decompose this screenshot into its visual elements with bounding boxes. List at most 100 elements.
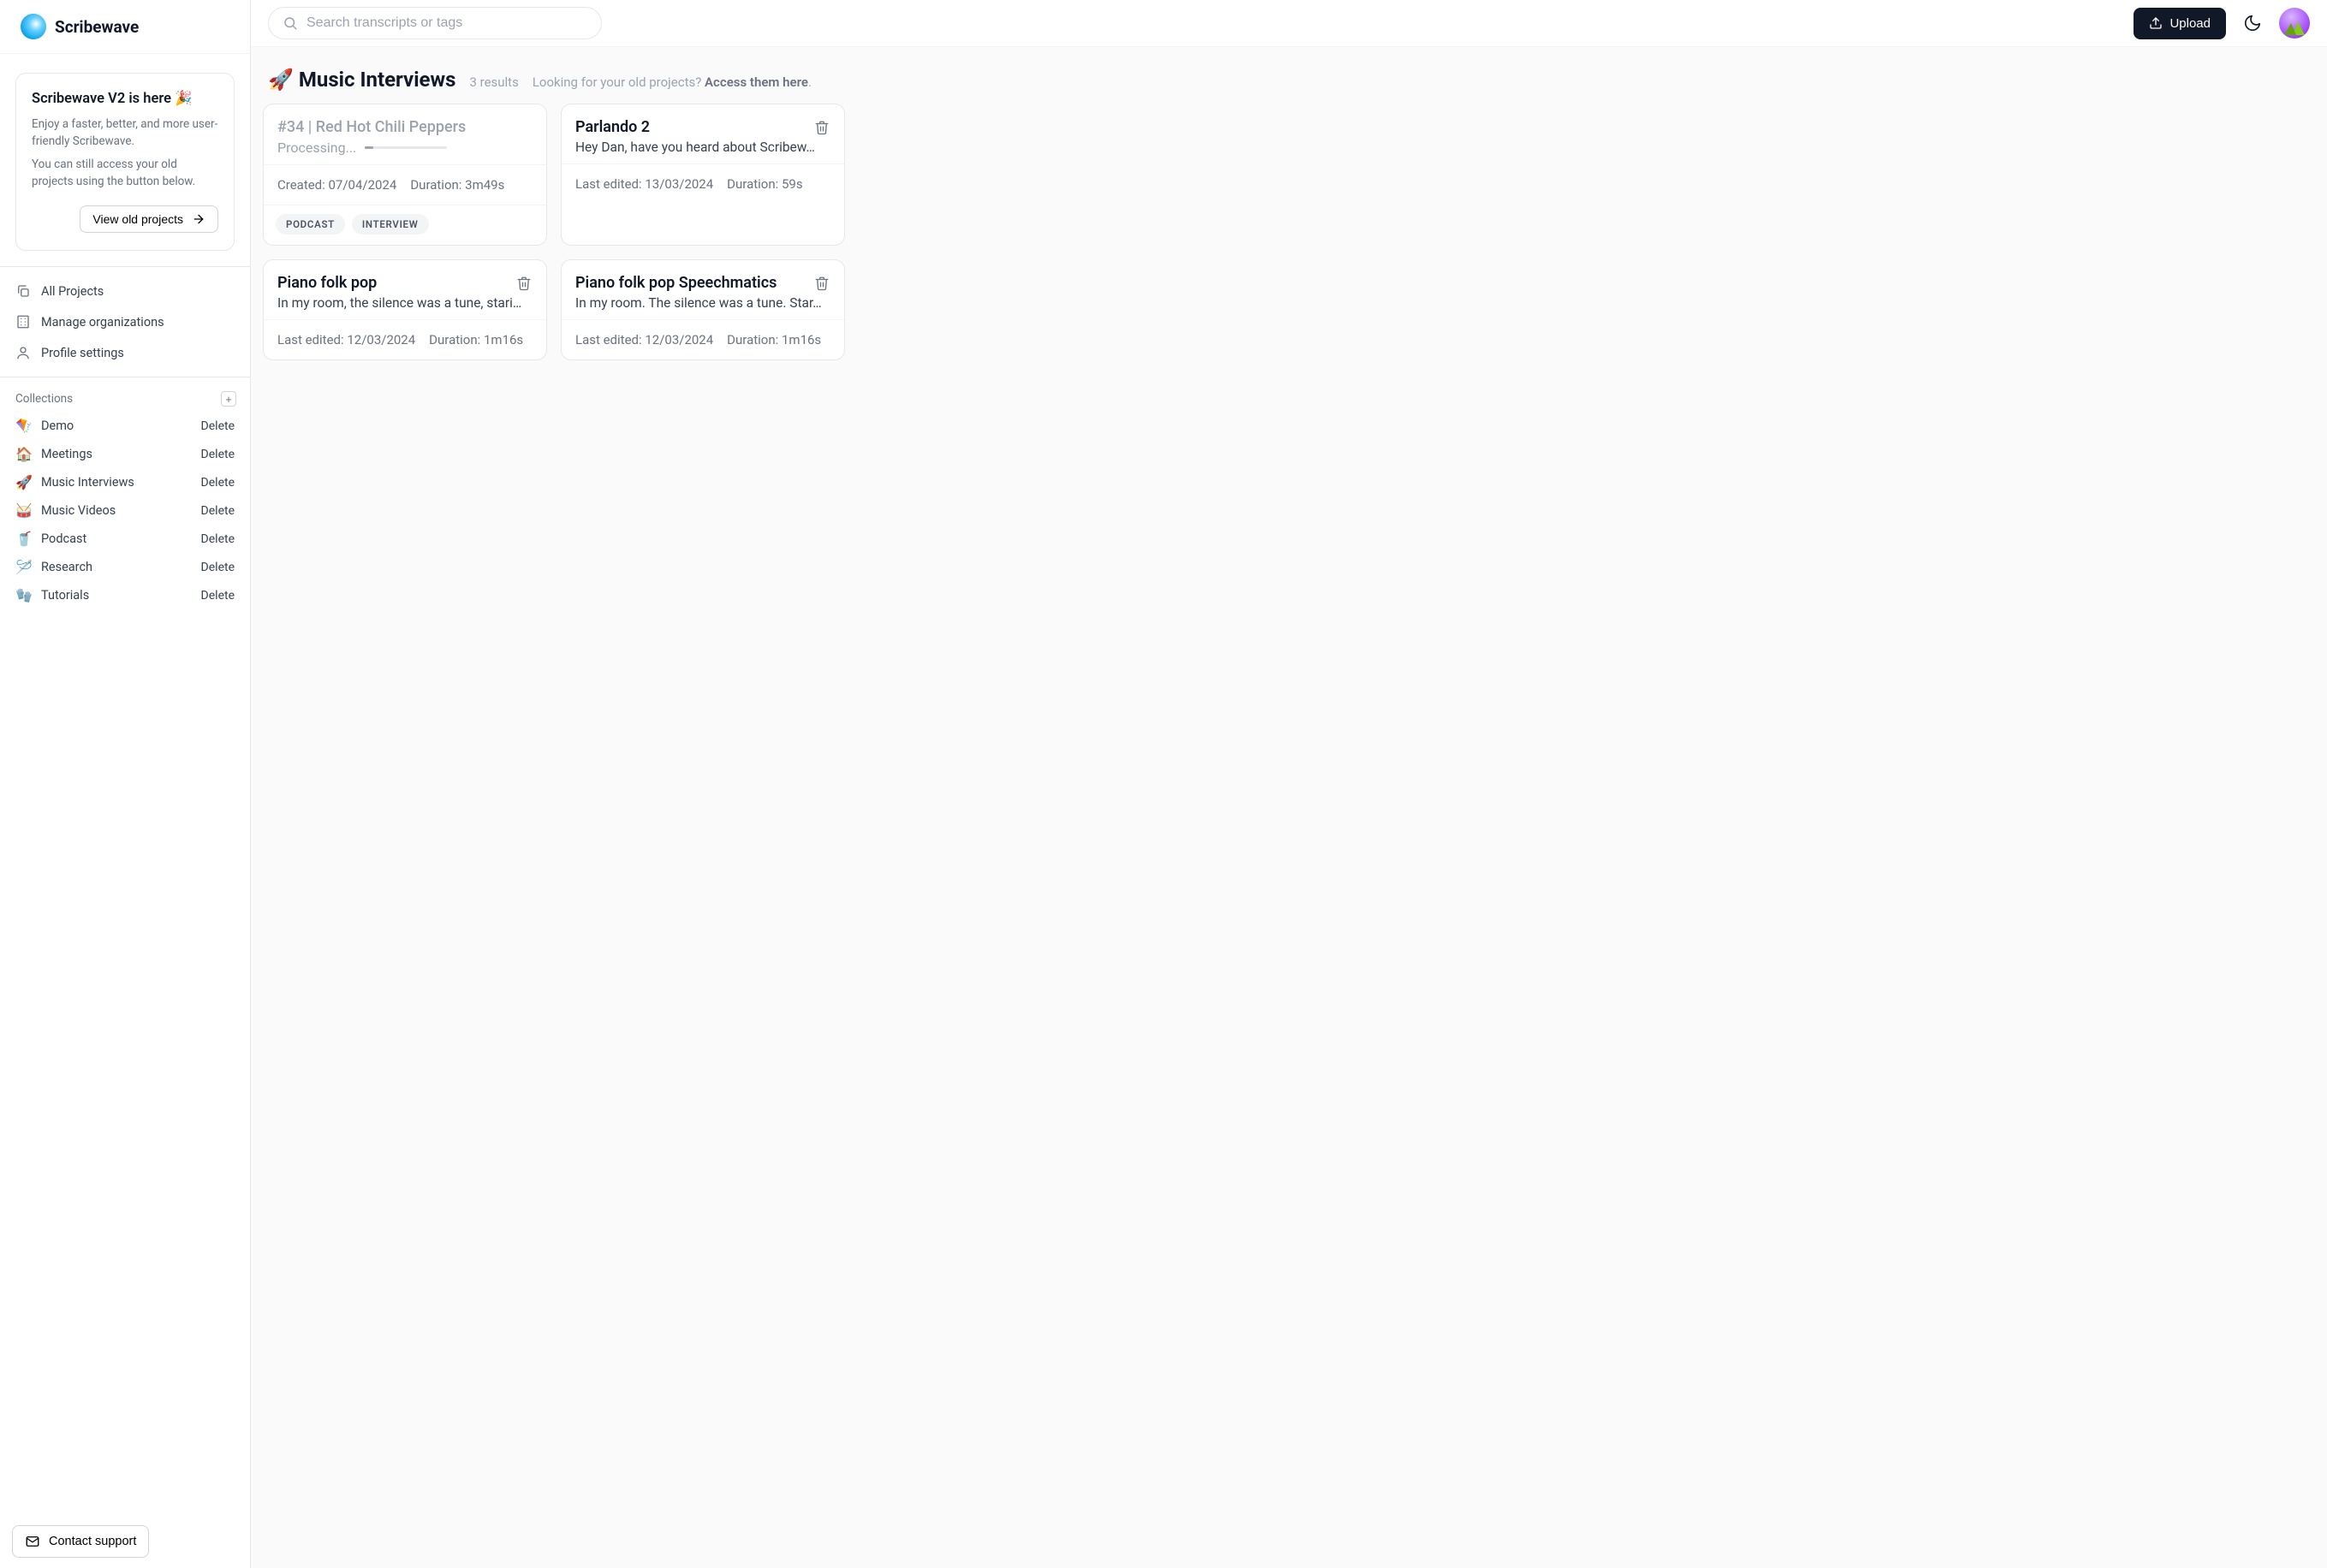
collections-section: Collections + 🪁 Demo Delete 🏠 Meetings D… [0,377,250,1515]
collection-item[interactable]: 🏠 Meetings Delete [0,440,250,468]
card-meta-1: Last edited: 13/03/2024 [575,176,713,192]
delete-collection-button[interactable]: Delete [201,476,235,490]
nav-all-projects[interactable]: All Projects [0,276,250,306]
collection-emoji-icon: 🚀 [15,474,31,490]
search-icon [283,15,298,31]
trash-icon [814,120,830,135]
promo-body-1: Enjoy a faster, better, and more user-fr… [32,116,218,151]
view-old-projects-label: View old projects [92,212,183,226]
main: Upload 🚀 Music Interviews 3 results Look… [251,0,2327,1568]
delete-collection-button[interactable]: Delete [201,504,235,518]
upload-icon [2149,16,2163,30]
promo-body-2: You can still access your old projects u… [32,156,218,191]
collection-item[interactable]: 🚀 Music Interviews Delete [0,468,250,496]
tag[interactable]: INTERVIEW [352,214,429,235]
card-tags: PODCAST INTERVIEW [264,205,546,245]
collection-emoji-icon: 🏠 [15,446,31,462]
promo-title: Scribewave V2 is here 🎉 [32,91,218,107]
brand-row[interactable]: Scribewave [0,0,250,54]
nav-manage-orgs[interactable]: Manage organizations [0,306,250,337]
tag[interactable]: PODCAST [276,214,345,235]
collection-item[interactable]: 🧤 Tutorials Delete [0,581,250,609]
support-row: Contact support [0,1515,250,1568]
delete-card-button[interactable] [515,275,533,292]
brand-name: Scribewave [55,17,139,37]
upload-button[interactable]: Upload [2134,8,2226,39]
plus-icon: + [225,393,232,406]
card-title: Parlando 2 [575,118,650,136]
collection-emoji-icon: 🥤 [15,531,31,547]
page-title: 🚀 Music Interviews [268,68,455,92]
processing-label: Processing... [277,140,356,156]
nav-profile-settings[interactable]: Profile settings [0,337,250,368]
trash-icon [516,276,532,291]
results-count: 3 results [469,74,518,90]
theme-toggle-button[interactable] [2241,12,2264,34]
copy-icon [15,283,31,299]
card-meta-1: Created: 07/04/2024 [277,177,396,193]
old-projects-prompt: Looking for your old projects? Access th… [533,74,812,90]
card-preview: Hey Dan, have you heard about Scribew… [575,140,830,155]
delete-collection-button[interactable]: Delete [201,561,235,574]
transcript-card[interactable]: Piano folk pop In my room, the silence w… [263,259,547,360]
card-meta: Last edited: 12/03/2024 Duration: 1m16s [264,319,546,359]
access-old-projects-link[interactable]: Access them here [705,74,808,90]
collection-emoji-icon: 🪡 [15,559,31,575]
collection-item[interactable]: 🥤 Podcast Delete [0,525,250,553]
sidebar: Scribewave Scribewave V2 is here 🎉 Enjoy… [0,0,251,1568]
collection-item[interactable]: 🥁 Music Videos Delete [0,496,250,525]
user-icon [15,345,31,360]
processing-row: Processing... [277,140,533,156]
add-collection-button[interactable]: + [221,391,236,407]
nav-section: All Projects Manage organizations Profil… [0,266,250,377]
collection-name: Music Interviews [41,475,134,490]
transcript-card[interactable]: #34 | Red Hot Chili Peppers Processing..… [263,104,547,246]
progress-bar [365,146,447,149]
avatar[interactable] [2279,8,2310,39]
card-title: Piano folk pop [277,274,377,292]
view-old-projects-button[interactable]: View old projects [80,205,218,233]
contact-support-button[interactable]: Contact support [12,1525,149,1558]
transcript-card[interactable]: Parlando 2 Hey Dan, have you heard about… [561,104,845,246]
card-meta-1: Last edited: 12/03/2024 [575,332,713,347]
contact-support-label: Contact support [49,1535,136,1548]
card-meta: Created: 07/04/2024 Duration: 3m49s [264,164,546,205]
page-title-emoji: 🚀 [268,68,294,92]
search-wrap[interactable] [268,7,602,39]
delete-collection-button[interactable]: Delete [201,589,235,603]
card-title: #34 | Red Hot Chili Peppers [277,118,533,136]
page-header: 🚀 Music Interviews 3 results Looking for… [263,64,2310,104]
cards-grid: #34 | Red Hot Chili Peppers Processing..… [263,104,2310,360]
delete-card-button[interactable] [813,119,830,136]
delete-collection-button[interactable]: Delete [201,448,235,461]
content: 🚀 Music Interviews 3 results Looking for… [251,47,2327,1568]
collection-name: Research [41,560,92,574]
delete-collection-button[interactable]: Delete [201,532,235,546]
collections-label: Collections [15,392,73,406]
delete-collection-button[interactable]: Delete [201,419,235,433]
brand-logo-icon [21,14,46,39]
topbar: Upload [251,0,2327,47]
delete-card-button[interactable] [813,275,830,292]
page-title-text: Music Interviews [299,68,456,92]
card-meta-2: Duration: 59s [727,176,802,192]
collection-emoji-icon: 🥁 [15,502,31,519]
collection-emoji-icon: 🪁 [15,418,31,434]
card-meta-2: Duration: 3m49s [410,177,504,193]
card-meta: Last edited: 13/03/2024 Duration: 59s [562,163,844,204]
card-preview: In my room, the silence was a tune, star… [277,295,533,311]
search-input[interactable] [306,15,587,31]
mail-icon [25,1534,40,1549]
collection-item[interactable]: 🪡 Research Delete [0,553,250,581]
promo-card: Scribewave V2 is here 🎉 Enjoy a faster, … [15,73,235,251]
card-preview: In my room. The silence was a tune. Star… [575,295,830,311]
card-meta: Last edited: 12/03/2024 Duration: 1m16s [562,319,844,359]
card-meta-2: Duration: 1m16s [429,332,523,347]
collection-name: Podcast [41,532,86,546]
card-meta-2: Duration: 1m16s [727,332,821,347]
transcript-card[interactable]: Piano folk pop Speechmatics In my room. … [561,259,845,360]
moon-icon [2243,14,2262,33]
arrow-right-icon [192,212,205,226]
collection-item[interactable]: 🪁 Demo Delete [0,412,250,440]
card-title: Piano folk pop Speechmatics [575,274,777,292]
